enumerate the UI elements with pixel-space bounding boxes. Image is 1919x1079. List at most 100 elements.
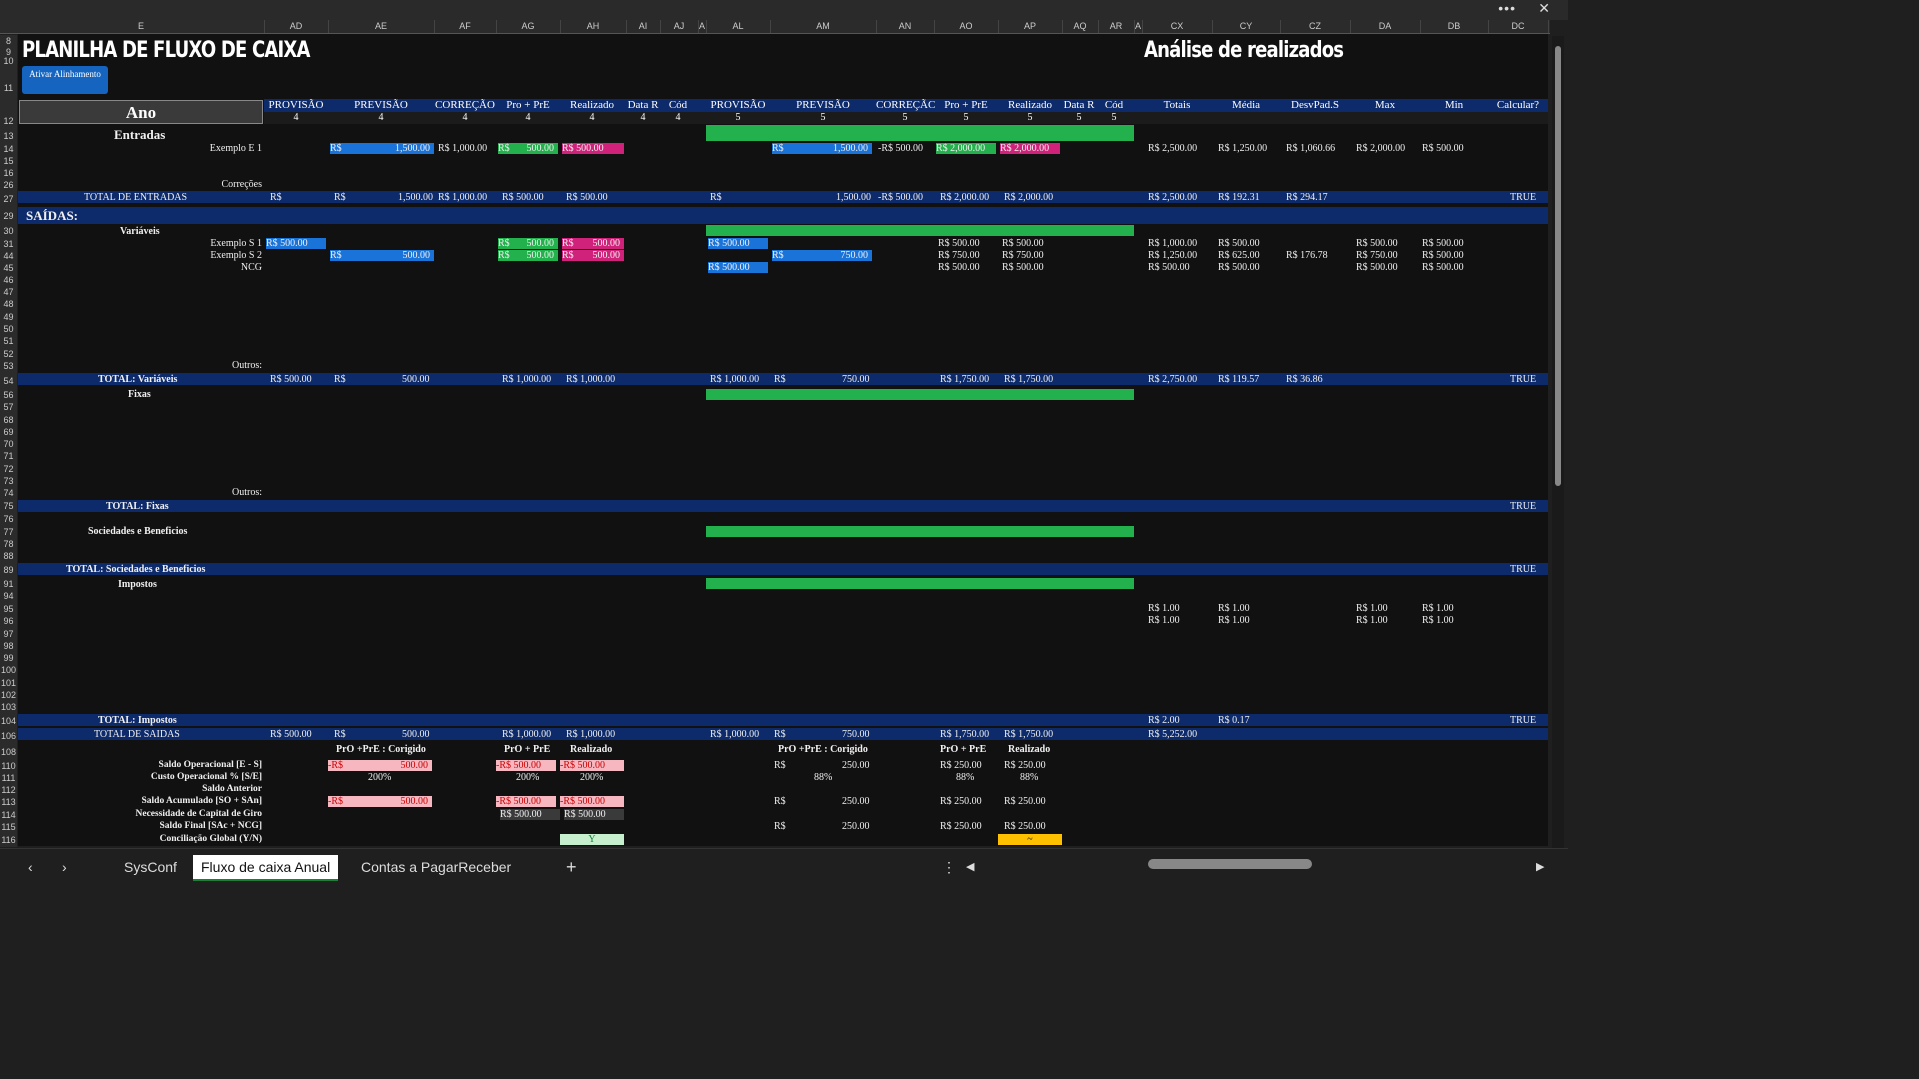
row-header[interactable]: 100 — [0, 664, 17, 677]
cell-tot[interactable]: R$ 500.00 — [1148, 262, 1190, 273]
cell[interactable]: R$ 5,252.00 — [1148, 729, 1197, 740]
column-header[interactable]: AJ — [660, 20, 699, 33]
row-header[interactable]: 111 — [0, 772, 17, 784]
cell[interactable]: R$ 1,000.00 — [566, 729, 615, 740]
cell-min[interactable]: R$ 500.00 — [1422, 143, 1464, 154]
row-header[interactable]: 71 — [0, 450, 17, 463]
cell[interactable]: R$ — [334, 374, 346, 385]
cell[interactable]: R$ 500.00 — [270, 729, 312, 740]
cell-prev5[interactable]: R$ 750.00 — [772, 250, 872, 261]
cell-med[interactable]: R$ 625.00 — [1218, 250, 1260, 261]
column-header[interactable]: AO — [934, 20, 999, 33]
cell-pro5[interactable]: R$ 500.00 — [938, 262, 980, 273]
cell[interactable]: R$ 250.00 — [940, 821, 982, 832]
cell[interactable]: 500.00 — [402, 374, 430, 385]
cell[interactable]: R$ 250.00 — [940, 796, 982, 807]
row-header[interactable]: 10 — [0, 57, 17, 66]
cell[interactable]: R$ 1.00 — [1422, 615, 1454, 626]
cell-tot[interactable]: R$ 1,000.00 — [1148, 238, 1197, 249]
cell[interactable]: 750.00 — [842, 374, 870, 385]
row-header[interactable]: 69 — [0, 426, 17, 438]
cell-true[interactable]: TRUE — [1510, 192, 1536, 203]
cell[interactable]: R$ 250.00 — [1004, 821, 1046, 832]
cell-pro4[interactable]: R$ 500.00 — [498, 250, 558, 261]
cell[interactable]: -R$ 500.00 — [560, 796, 624, 807]
cell[interactable]: R$ 2,500.00 — [1148, 192, 1197, 203]
row-header[interactable]: 27 — [0, 191, 17, 208]
cell[interactable]: R$ 1.00 — [1218, 615, 1250, 626]
row-header[interactable]: 106 — [0, 728, 17, 744]
cell[interactable]: -R$ 500.00 — [560, 760, 624, 771]
row-header[interactable]: 91 — [0, 578, 17, 590]
cell[interactable]: 200% — [516, 772, 539, 783]
cell-real5[interactable]: R$ 500.00 — [1002, 238, 1044, 249]
column-header[interactable]: AI — [626, 20, 661, 33]
cell-true[interactable]: TRUE — [1510, 715, 1536, 726]
cell[interactable]: R$ 1.00 — [1356, 615, 1388, 626]
column-header[interactable]: DB — [1420, 20, 1489, 33]
cell[interactable]: R$ 1,000.00 — [710, 729, 759, 740]
cell-corr5[interactable]: -R$ 500.00 — [878, 143, 934, 154]
column-header[interactable]: AH — [560, 20, 627, 33]
cell[interactable]: R$ 1,000.00 — [710, 374, 759, 385]
cell[interactable]: 200% — [368, 772, 391, 783]
row-header[interactable]: 68 — [0, 414, 17, 426]
row-header[interactable]: 50 — [0, 323, 17, 335]
cell[interactable]: R$ 119.57 — [1218, 374, 1259, 385]
cell-prov5[interactable]: R$ 500.00 — [708, 238, 768, 249]
cell[interactable]: R$ — [334, 192, 346, 203]
cell[interactable]: 200% — [580, 772, 603, 783]
row-header[interactable]: 102 — [0, 689, 17, 701]
conciliacao-cell[interactable]: ~ — [998, 834, 1062, 845]
cell[interactable]: R$ 500.00 — [564, 809, 624, 820]
column-header[interactable]: AF — [434, 20, 497, 33]
cell[interactable]: 250.00 — [842, 821, 870, 832]
row-header[interactable]: 72 — [0, 463, 17, 475]
row-header[interactable]: 78 — [0, 538, 17, 550]
column-header[interactable]: E — [18, 20, 265, 33]
row-header[interactable]: 77 — [0, 526, 17, 538]
cell[interactable]: R$ — [774, 821, 786, 832]
cell[interactable]: R$ 500.00 — [566, 192, 608, 203]
row-header[interactable]: 108 — [0, 744, 17, 760]
cell-real4[interactable]: R$ 500.00 — [562, 143, 624, 154]
cell[interactable]: R$ 1,750.00 — [1004, 374, 1053, 385]
row-header[interactable]: 88 — [0, 550, 17, 563]
cell-tot[interactable]: R$ 2,500.00 — [1148, 143, 1197, 154]
conciliacao-cell[interactable]: Y — [560, 834, 624, 845]
cell-med[interactable]: R$ 1,250.00 — [1218, 143, 1267, 154]
cell-max[interactable]: R$ 750.00 — [1356, 250, 1398, 261]
ano-label[interactable]: Ano — [19, 100, 263, 124]
row-header[interactable]: 29 — [0, 208, 17, 225]
cell[interactable]: 250.00 — [842, 760, 870, 771]
row-header[interactable]: 31 — [0, 238, 17, 250]
cell-real4[interactable]: R$ 500.00 — [562, 250, 624, 261]
scrollbar-thumb[interactable] — [1555, 46, 1561, 486]
cell[interactable]: R$ 1.00 — [1148, 603, 1180, 614]
cell-max[interactable]: R$ 500.00 — [1356, 262, 1398, 273]
cell[interactable]: R$ 1,000.00 — [502, 729, 551, 740]
row-header[interactable]: 52 — [0, 348, 17, 360]
cell[interactable]: 750.00 — [842, 729, 870, 740]
row-header[interactable]: 54 — [0, 373, 17, 389]
cell[interactable]: R$ 1.00 — [1218, 603, 1250, 614]
row-header[interactable]: 94 — [0, 590, 17, 603]
row-header[interactable]: 112 — [0, 784, 17, 796]
row-header[interactable]: 70 — [0, 438, 17, 450]
cell[interactable]: R$ 1.00 — [1422, 603, 1454, 614]
cell-med[interactable]: R$ 500.00 — [1218, 262, 1260, 273]
cell[interactable]: 1,500.00 — [398, 192, 433, 203]
cell[interactable]: R$ — [774, 760, 786, 771]
tab-contas[interactable]: Contas a PagarReceber — [353, 855, 519, 879]
row-header[interactable]: 8 — [0, 35, 17, 47]
align-button[interactable]: Ativar Alinhamento — [22, 66, 108, 94]
cell-prev4[interactable]: R$ 1,500.00 — [330, 143, 434, 154]
scroll-left-icon[interactable]: ◀ — [958, 855, 982, 879]
cell[interactable]: R$ 500.00 — [502, 192, 544, 203]
row-header[interactable]: 73 — [0, 475, 17, 487]
cell[interactable]: R$ 1,000.00 — [566, 374, 615, 385]
cell[interactable]: R$ 1.00 — [1148, 615, 1180, 626]
cell[interactable]: -R$ 500.00 — [496, 760, 556, 771]
cell-real5[interactable]: R$ 2,000.00 — [1000, 143, 1060, 154]
cell[interactable]: R$ 192.31 — [1218, 192, 1260, 203]
